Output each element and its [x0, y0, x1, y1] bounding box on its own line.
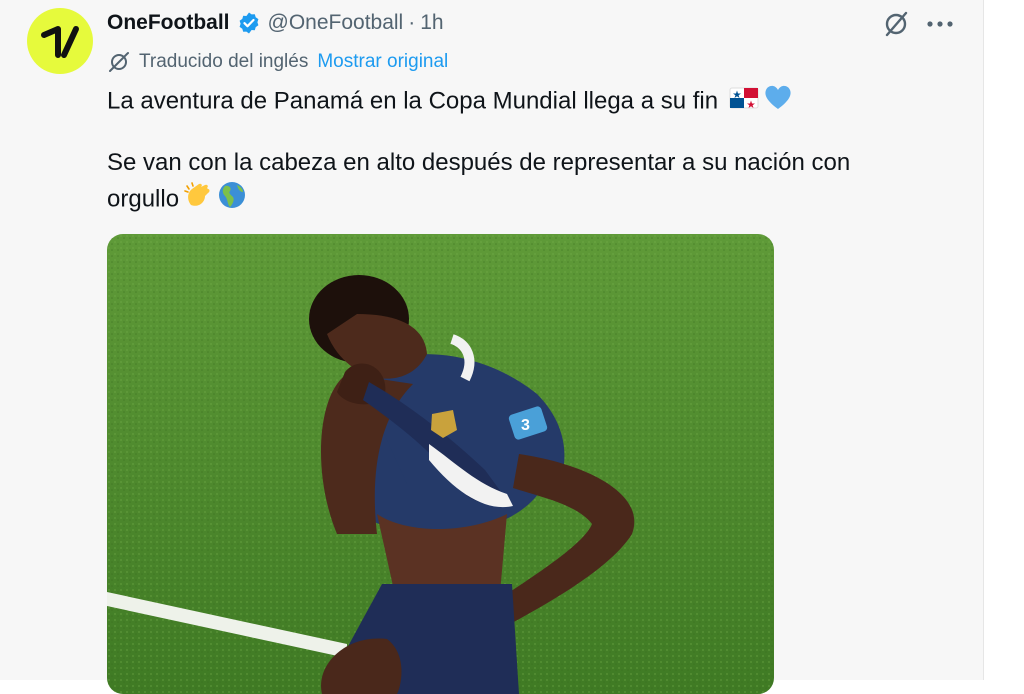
verified-badge-icon[interactable]	[237, 11, 261, 35]
tweet-card[interactable]: OneFootball @OneFootball · 1h Traducido …	[0, 0, 984, 694]
author-name[interactable]: OneFootball	[107, 11, 230, 35]
onefootball-logo-icon	[41, 26, 79, 58]
avatar[interactable]	[27, 8, 93, 74]
tweet-header: OneFootball @OneFootball · 1h	[107, 9, 444, 37]
globe-americas-emoji	[217, 180, 247, 220]
translate-icon	[109, 52, 129, 72]
jersey-number: 3	[521, 417, 530, 434]
tweet-text-line-2: Se van con la cabeza en alto después de …	[107, 149, 851, 176]
timestamp[interactable]: 1h	[420, 11, 443, 35]
tweet-text: La aventura de Panamá en la Copa Mundial…	[107, 87, 719, 115]
separator-dot: ·	[408, 11, 416, 34]
tweet-photo[interactable]: 3	[107, 234, 774, 694]
author-handle[interactable]: @OneFootball	[268, 11, 404, 35]
show-original-link[interactable]: Mostrar original	[317, 51, 448, 73]
blue-heart-emoji	[763, 83, 793, 121]
right-margin	[984, 0, 1024, 680]
grok-icon	[885, 11, 908, 37]
tweet-text-end: orgullo	[107, 185, 180, 213]
grok-button[interactable]	[880, 8, 912, 40]
more-options-button[interactable]	[922, 8, 958, 40]
player-photo: 3	[107, 234, 774, 694]
clapping-hands-emoji	[183, 180, 213, 220]
more-icon	[927, 21, 953, 27]
tweet-text-line-1: La aventura de Panamá en la Copa Mundial…	[107, 83, 927, 121]
tweet-text-line-3: orgullo	[107, 180, 927, 220]
translated-label: Traducido del inglés	[139, 51, 309, 72]
translation-notice: Traducido del inglés Mostrar original	[107, 49, 448, 75]
panama-flag-emoji	[729, 85, 759, 119]
